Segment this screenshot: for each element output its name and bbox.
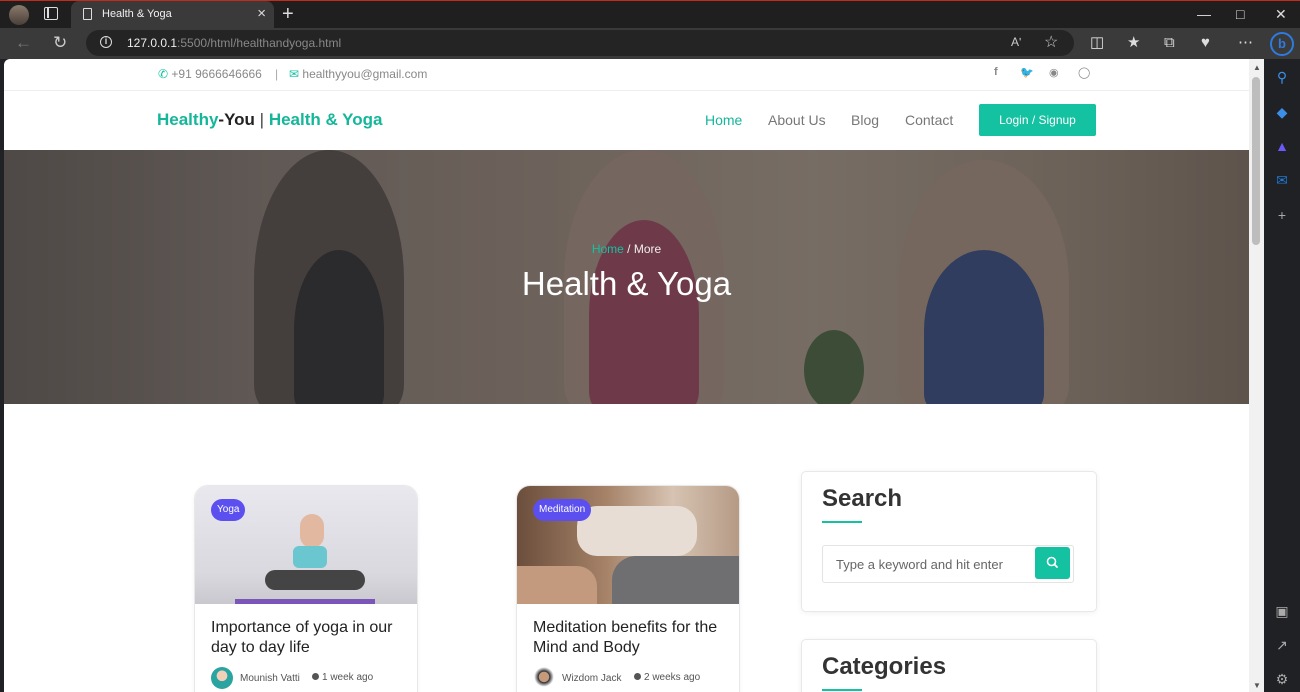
copilot-icon[interactable]: ▲ <box>1273 137 1291 155</box>
close-window-button[interactable]: ✕ <box>1275 6 1287 23</box>
maximize-button[interactable]: □ <box>1236 6 1244 22</box>
login-signup-button[interactable]: Login / Signup <box>979 104 1096 136</box>
favorite-star-icon[interactable]: ☆ <box>1044 32 1058 52</box>
contact-separator: | <box>275 67 279 81</box>
twitter-icon[interactable]: 🐦 <box>1020 66 1034 79</box>
category-badge[interactable]: Meditation <box>533 499 592 521</box>
read-aloud-icon[interactable]: Aʹ <box>1011 35 1021 49</box>
profile-avatar[interactable] <box>9 5 29 25</box>
contact-topbar: ✆ +91 9666646666 | ✉ healthyyou@gmail.co… <box>4 59 1249 91</box>
scrollbar-thumb[interactable] <box>1252 77 1260 245</box>
search-widget-title: Search <box>822 485 903 512</box>
post-author: Wizdom Jack <box>562 673 622 684</box>
browser-title-bar: Health & Yoga × + — □ ✕ <box>0 0 1300 29</box>
post-title[interactable]: Importance of yoga in our day to day lif… <box>211 618 406 658</box>
breadcrumb: Home / More <box>591 242 662 256</box>
post-card[interactable]: Meditation Meditation benefits for the M… <box>516 485 740 692</box>
more-menu-icon[interactable]: ⋯ <box>1238 34 1253 52</box>
nav-link-blog[interactable]: Blog <box>851 112 879 128</box>
title-underline <box>822 521 862 523</box>
post-title[interactable]: Meditation benefits for the Mind and Bod… <box>533 618 728 658</box>
back-icon[interactable]: ← <box>15 32 32 54</box>
browser-tab[interactable]: Health & Yoga × <box>71 1 274 29</box>
search-icon[interactable]: ⚲ <box>1273 68 1291 86</box>
nav-link-contact[interactable]: Contact <box>905 112 953 128</box>
health-icon[interactable]: ♥ <box>1201 34 1210 52</box>
tab-actions-icon[interactable] <box>44 7 58 20</box>
open-external-icon[interactable]: ↗ <box>1273 636 1291 654</box>
address-bar-row: ← ↻ i 127.0.0.1:5500/html/healthandyoga.… <box>0 28 1300 59</box>
categories-widget-title: Categories <box>822 653 947 680</box>
title-underline <box>822 689 862 691</box>
author-avatar <box>533 667 555 689</box>
collections-icon[interactable]: ⧉ <box>1164 34 1175 52</box>
add-sidebar-app-icon[interactable]: + <box>1273 206 1291 224</box>
phone-contact[interactable]: ✆ +91 9666646666 <box>158 67 262 81</box>
page-icon <box>83 8 92 20</box>
sidebar-layout-icon[interactable]: ▣ <box>1273 602 1291 620</box>
mail-icon: ✉ <box>289 67 300 81</box>
clock-icon <box>312 673 319 680</box>
favorites-icon[interactable]: ★ <box>1127 34 1140 52</box>
facebook-icon[interactable]: f <box>994 66 998 78</box>
nav-link-about[interactable]: About Us <box>768 112 826 128</box>
page-viewport: ✆ +91 9666646666 | ✉ healthyyou@gmail.co… <box>4 59 1249 692</box>
address-bar[interactable]: i 127.0.0.1:5500/html/healthandyoga.html… <box>86 30 1074 56</box>
search-input[interactable]: Type a keyword and hit enter <box>822 545 1074 583</box>
nav-link-home[interactable]: Home <box>705 112 742 128</box>
clock-icon <box>634 673 641 680</box>
minimize-button[interactable]: — <box>1197 6 1211 22</box>
category-badge[interactable]: Yoga <box>211 499 246 521</box>
edge-sidebar: ⚲ ◆ ▲ ✉ + ▣ ↗ ⚙ <box>1264 59 1300 692</box>
main-navbar: Healthy-You | Health & Yoga Home About U… <box>4 91 1249 150</box>
page-title: Health & Yoga <box>521 265 732 302</box>
breadcrumb-home[interactable]: Home <box>592 242 624 256</box>
search-submit-button[interactable] <box>1035 547 1070 579</box>
new-tab-button[interactable]: + <box>282 3 294 25</box>
phone-icon: ✆ <box>158 67 169 81</box>
email-contact[interactable]: ✉ healthyyou@gmail.com <box>289 67 427 81</box>
shopping-tag-icon[interactable]: ◆ <box>1273 103 1291 121</box>
bing-copilot-icon[interactable]: b <box>1270 32 1294 56</box>
page-scrollbar[interactable]: ▲ ▼ <box>1249 59 1264 692</box>
categories-widget: Categories <box>801 639 1097 692</box>
split-screen-icon[interactable]: ◫ <box>1090 34 1104 52</box>
search-icon <box>1046 556 1058 568</box>
instagram-icon[interactable]: ◯ <box>1078 66 1090 79</box>
hero-banner: Home / More Health & Yoga <box>4 150 1249 404</box>
brand-logo[interactable]: Healthy-You | Health & Yoga <box>157 110 382 130</box>
post-author: Mounish Vatti <box>240 673 300 684</box>
author-avatar <box>211 667 233 689</box>
email-address: healthyyou@gmail.com <box>302 67 428 81</box>
post-card[interactable]: Yoga Importance of yoga in our day to da… <box>194 485 418 692</box>
breadcrumb-current: More <box>633 242 662 256</box>
search-placeholder: Type a keyword and hit enter <box>836 557 1003 572</box>
scroll-down-icon[interactable]: ▼ <box>1253 681 1261 690</box>
site-info-icon[interactable]: i <box>100 36 112 48</box>
settings-gear-icon[interactable]: ⚙ <box>1273 670 1291 688</box>
tab-title: Health & Yoga <box>102 8 172 20</box>
search-widget: Search Type a keyword and hit enter <box>801 471 1097 612</box>
post-time: 2 weeks ago <box>634 672 700 683</box>
outlook-icon[interactable]: ✉ <box>1273 171 1291 189</box>
github-icon[interactable]: ◉ <box>1049 66 1059 79</box>
close-tab-icon[interactable]: × <box>257 5 266 23</box>
url-text[interactable]: 127.0.0.1:5500/html/healthandyoga.html <box>127 36 341 50</box>
scroll-up-icon[interactable]: ▲ <box>1253 63 1261 72</box>
refresh-icon[interactable]: ↻ <box>53 32 67 54</box>
phone-number: +91 9666646666 <box>171 67 262 81</box>
post-time: 1 week ago <box>312 672 373 683</box>
